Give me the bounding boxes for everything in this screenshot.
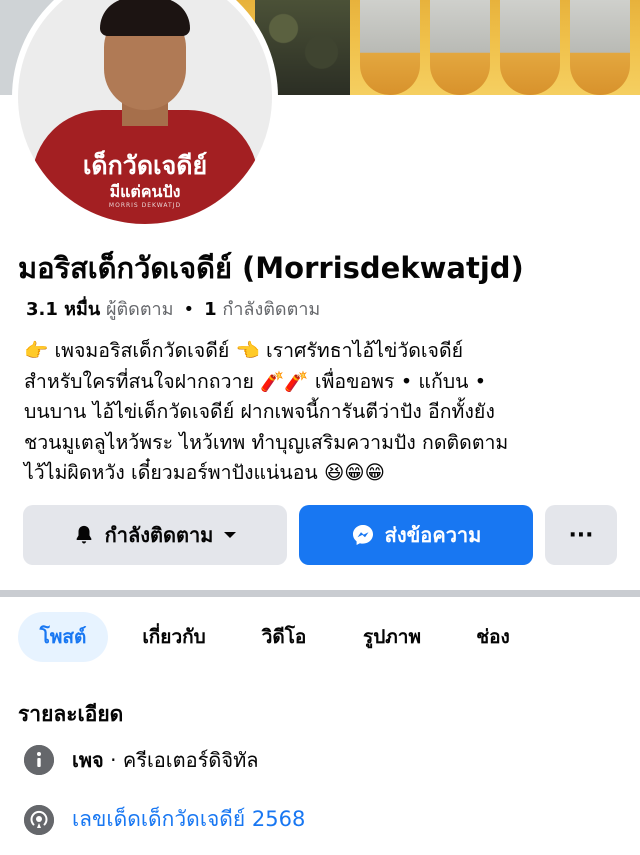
message-button[interactable]: ส่งข้อความ: [299, 505, 533, 565]
page-type-row: เพจ · ครีเอเตอร์ดิจิทัล: [24, 744, 259, 776]
page-type-category: · ครีเอเตอร์ดิจิทัล: [103, 748, 259, 772]
tab-label: เกี่ยวกับ: [142, 626, 206, 648]
bio-line: ชวนมูเตลูไหว้พระ ไหว้เทพ ทำบุญเสริมความป…: [24, 430, 509, 454]
cover-bird-legs-3: [500, 0, 560, 95]
tab-videos[interactable]: วิดีโอ: [246, 612, 322, 662]
tab-about[interactable]: เกี่ยวกับ: [126, 612, 222, 662]
channel-link[interactable]: เลขเด็ดเด็กวัดเจดีย์ 2568: [72, 803, 305, 836]
tab-label: วิดีโอ: [261, 626, 307, 648]
following-button[interactable]: กำลังติดตาม: [23, 505, 287, 565]
page-type-text: เพจ · ครีเอเตอร์ดิจิทัล: [72, 744, 259, 776]
stats-separator: •: [183, 299, 195, 320]
following-button-label: กำลังติดตาม: [104, 523, 214, 547]
tab-label: โพสต์: [39, 626, 87, 648]
page-title: มอริสเด็กวัดเจดีย์ (Morrisdekwatjd): [18, 251, 524, 285]
bio-line: ไว้ไม่ผิดหวัง เดี๋ยวมอร์พาปังแน่นอน 😆😁😁: [24, 461, 385, 484]
broadcast-icon: [24, 804, 54, 835]
tab-posts[interactable]: โพสต์: [18, 612, 108, 662]
more-options-button[interactable]: ···: [545, 505, 617, 565]
followers-count[interactable]: 3.1 หมื่น: [26, 299, 100, 320]
following-count[interactable]: 1: [204, 299, 217, 320]
cover-bird-legs-1: [360, 0, 420, 95]
avatar-hair: [100, 0, 190, 36]
bio-line: 👉 เพจมอริสเด็กวัดเจดีย์ 👈 เราศรัทธาไอ้ไข…: [24, 339, 464, 362]
section-divider: [0, 590, 640, 597]
tab-photos[interactable]: รูปภาพ: [346, 612, 438, 662]
cover-bird-legs-2: [430, 0, 490, 95]
message-button-label: ส่งข้อความ: [384, 523, 482, 547]
page-type-bold: เพจ: [72, 748, 104, 772]
bio-line: บนบาน ไอ้ไข่เด็กวัดเจดีย์ ฝากเพจนี้การัน…: [24, 400, 495, 423]
details-title: รายละเอียด: [18, 702, 124, 726]
page-bio: 👉 เพจมอริสเด็กวัดเจดีย์ 👈 เราศรัทธาไอ้ไข…: [24, 336, 624, 489]
following-label[interactable]: กำลังติดตาม: [222, 299, 320, 320]
tab-label: ช่อง: [476, 626, 510, 648]
cover-bird-legs-4: [570, 0, 630, 95]
caret-down-icon: [223, 530, 237, 540]
bio-line: สำหรับใครที่สนใจฝากถวาย 🧨🧨 เพื่อขอพร • แ…: [24, 369, 487, 393]
follower-stats: 3.1 หมื่น ผู้ติดตาม • 1 กำลังติดตาม: [26, 297, 320, 323]
messenger-icon: [351, 523, 375, 547]
bell-icon: [73, 524, 95, 546]
tab-channels[interactable]: ช่อง: [462, 612, 524, 662]
info-icon: [24, 745, 54, 775]
more-options-label: ···: [568, 522, 594, 548]
followers-label[interactable]: ผู้ติดตาม: [106, 299, 174, 320]
profile-avatar[interactable]: เด็กวัดเจดีย์ มีแต่คนปัง MORRIS DEKWATJD: [12, 0, 278, 230]
shirt-text-line3: MORRIS DEKWATJD: [108, 202, 182, 209]
tab-label: รูปภาพ: [363, 626, 421, 648]
channel-row[interactable]: เลขเด็ดเด็กวัดเจดีย์ 2568: [24, 803, 305, 836]
avatar-photo: เด็กวัดเจดีย์ มีแต่คนปัง MORRIS DEKWATJD: [18, 0, 272, 224]
